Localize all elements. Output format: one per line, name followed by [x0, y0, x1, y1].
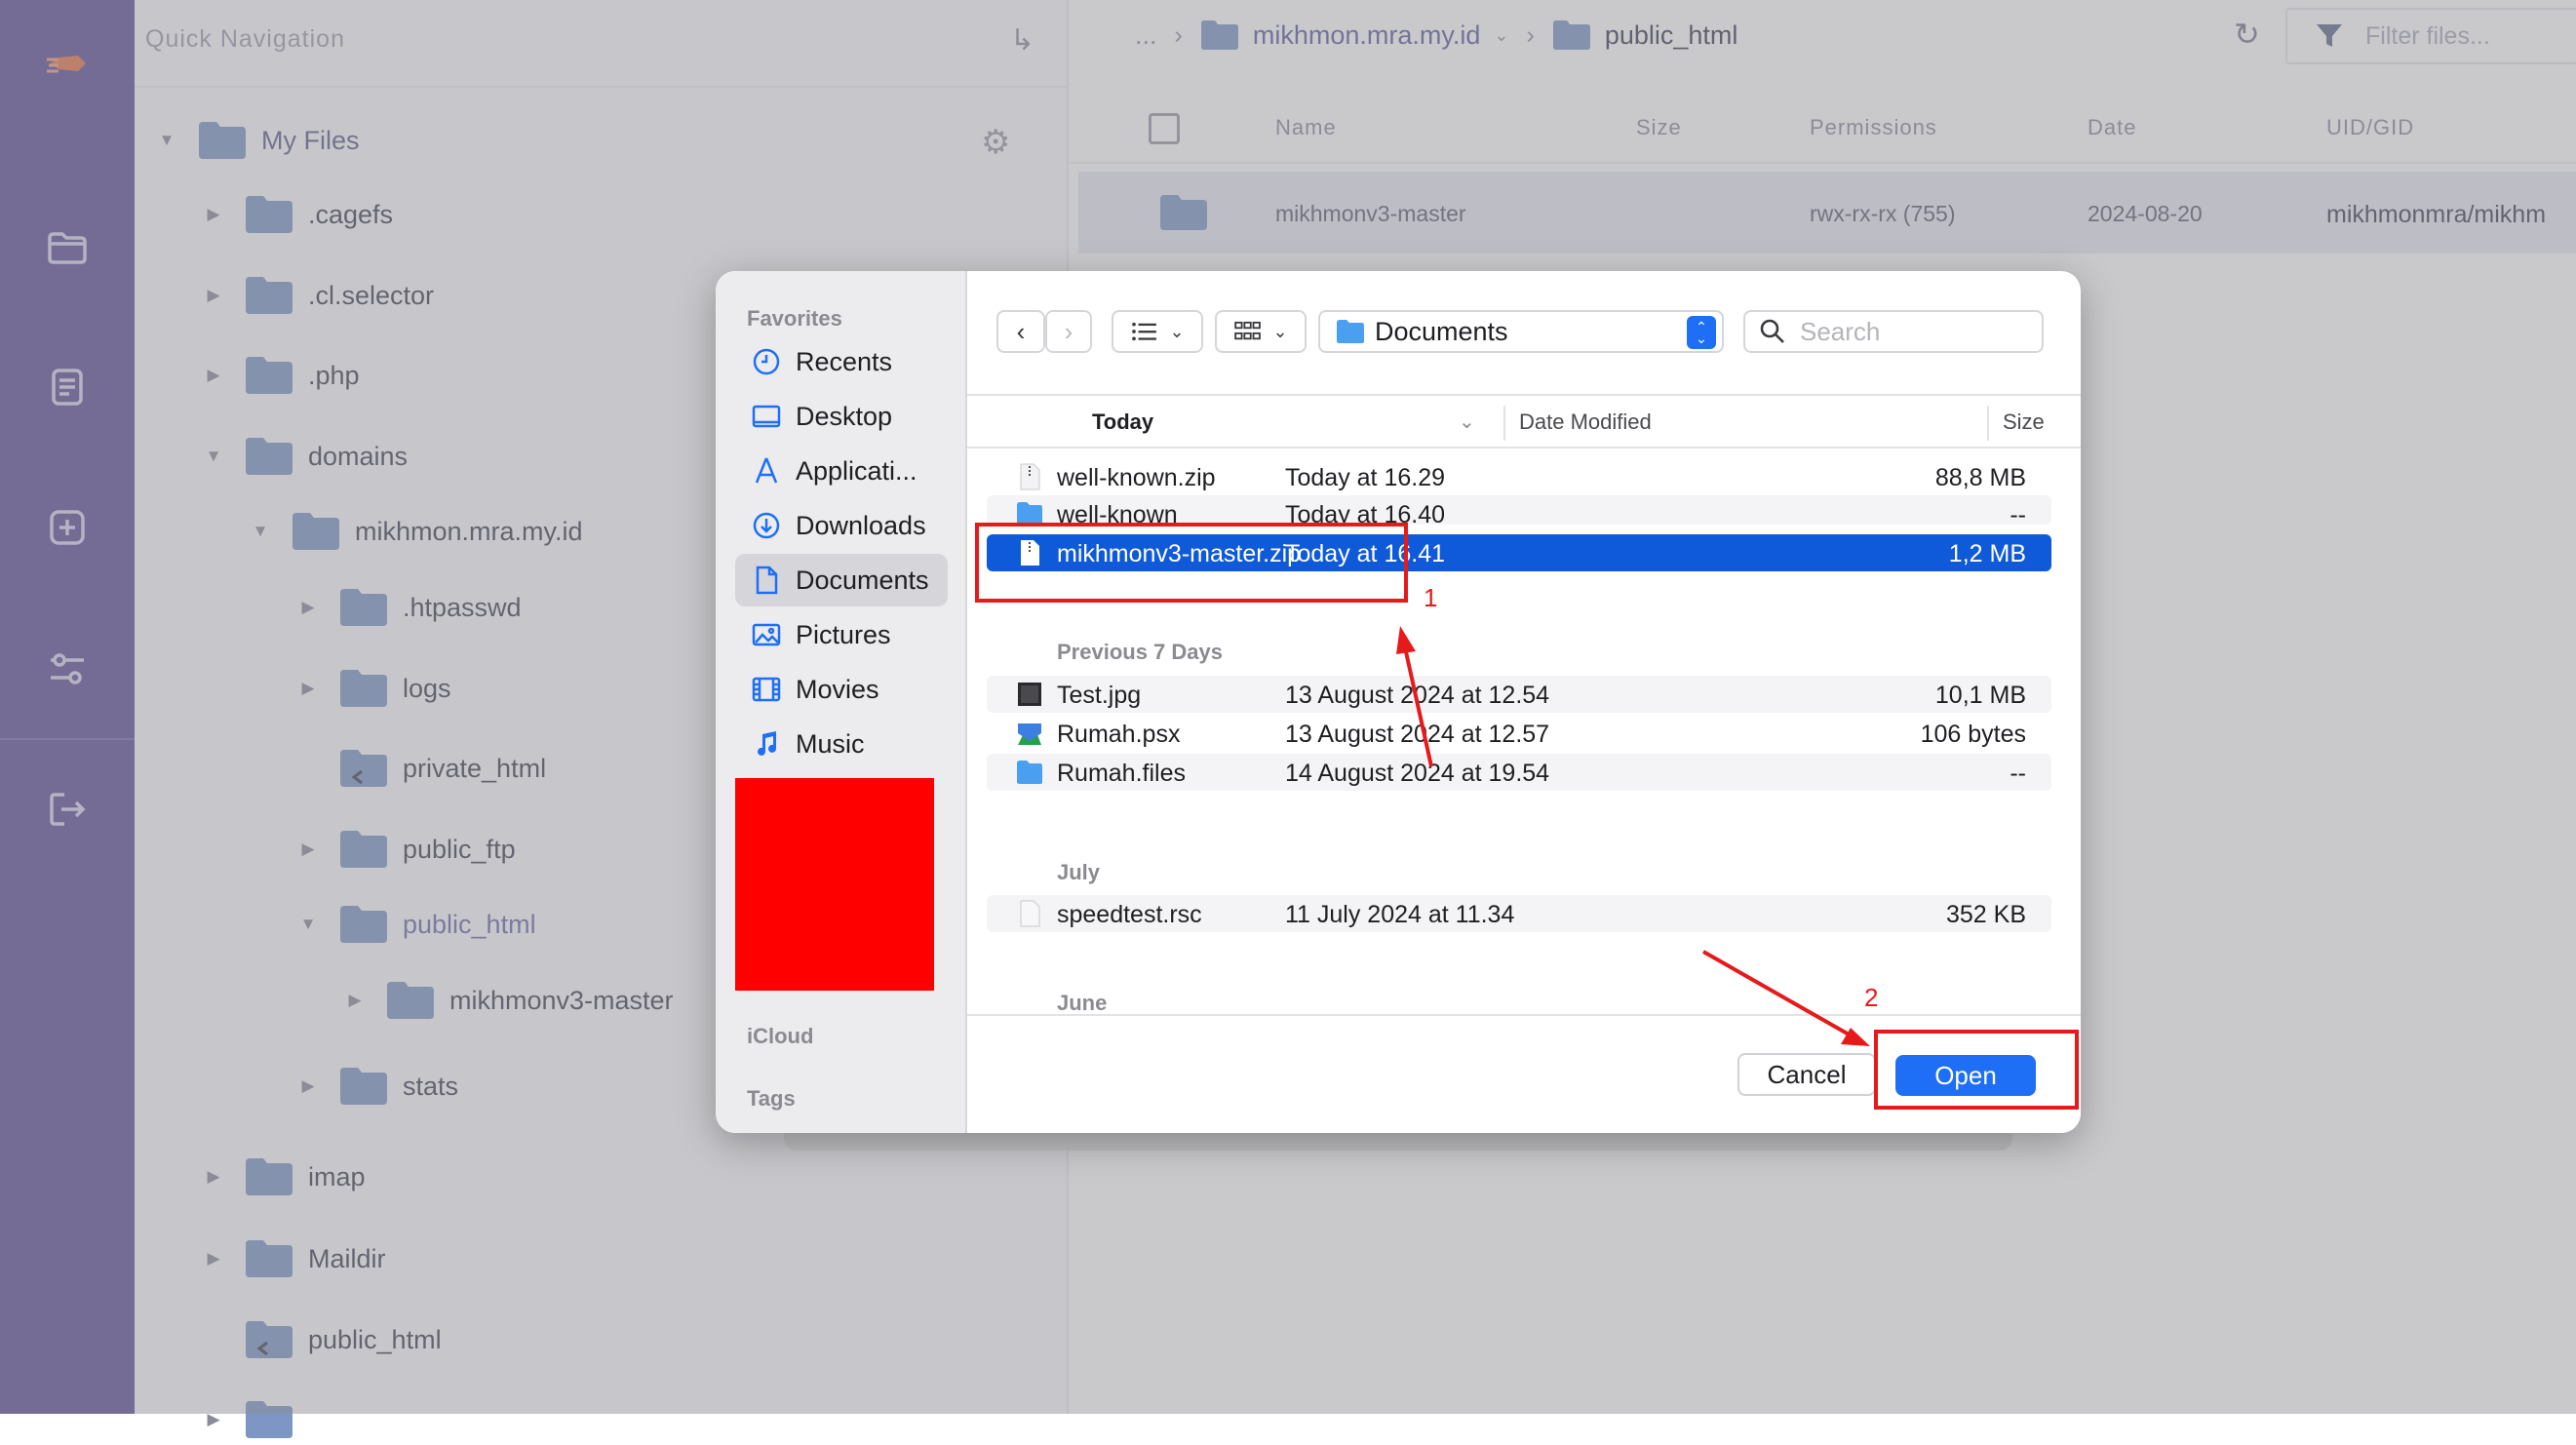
annotation-arrow-2: [1702, 950, 1870, 1046]
annotation-arrow-1: [1396, 626, 1433, 767]
annotation-arrows: [1396, 626, 1870, 1046]
